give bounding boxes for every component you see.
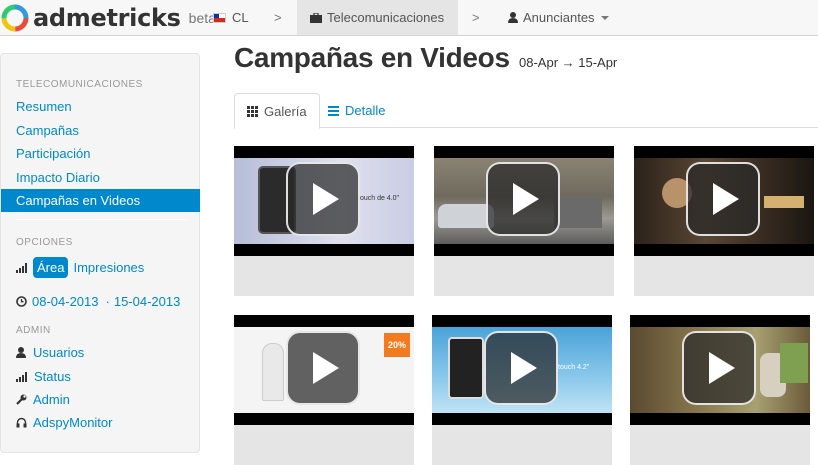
play-button[interactable] <box>486 162 560 236</box>
chile-flag-icon <box>213 12 226 23</box>
sidebar-item-admin[interactable]: Admin <box>16 392 70 407</box>
date-from[interactable]: 08-04-2013 <box>32 294 99 309</box>
play-icon <box>313 183 339 215</box>
sidebar-item-label: Admin <box>33 392 70 407</box>
signal-icon <box>16 262 27 273</box>
video-frame: touch 4.2" <box>432 315 612 425</box>
video-thumbnail[interactable]: 20% <box>234 315 414 465</box>
video-frame <box>634 146 814 256</box>
play-button[interactable] <box>286 162 360 236</box>
person-image <box>262 343 284 401</box>
sidebar-item-campanas[interactable]: Campañas <box>1 119 200 142</box>
admetricks-logo-icon <box>1 4 29 32</box>
list-icon <box>328 105 339 116</box>
view-tabs: Galería Detalle <box>234 93 818 129</box>
video-thumbnail[interactable] <box>434 146 614 296</box>
headphones-icon <box>16 417 27 428</box>
nav-country[interactable]: CL <box>200 0 258 35</box>
brand[interactable]: admetricks beta <box>0 0 216 36</box>
sidebar: TELECOMUNICACIONES Resumen Campañas Part… <box>0 53 200 453</box>
th-grid-icon <box>247 105 258 117</box>
play-button[interactable] <box>286 331 360 405</box>
impressions-option-link[interactable]: Impresiones <box>73 260 144 275</box>
play-icon <box>713 183 739 215</box>
sidebar-item-adspymonitor[interactable]: AdspyMonitor <box>16 415 112 430</box>
clock-icon <box>16 296 27 307</box>
video-caption: touch 4.2" <box>558 364 590 371</box>
discount-badge: 20% <box>384 333 410 357</box>
brand-name: admetricks <box>33 4 181 32</box>
nav-separator: > <box>472 10 480 25</box>
date-to[interactable]: 15-04-2013 <box>114 294 181 309</box>
video-frame <box>434 146 614 256</box>
top-navbar: admetricks beta CL > Telecomunicaciones … <box>0 0 818 36</box>
briefcase-icon <box>310 12 322 23</box>
play-button[interactable] <box>686 162 760 236</box>
sidebar-item-status[interactable]: Status <box>16 369 71 384</box>
sidebar-section-title: TELECOMUNICACIONES <box>16 79 143 90</box>
user-icon <box>508 12 518 23</box>
tab-galeria[interactable]: Galería <box>234 93 320 129</box>
video-frame <box>630 315 810 425</box>
nav-separator: > <box>274 10 282 25</box>
chevron-down-icon <box>600 15 609 20</box>
nav-advertisers-dropdown[interactable]: Anunciantes <box>494 0 622 35</box>
tab-label: Detalle <box>345 103 386 118</box>
video-frame: touch de 4.0" <box>234 146 414 256</box>
video-thumbnail[interactable]: touch de 4.0" <box>234 146 414 296</box>
nav-advertisers-label: Anunciantes <box>523 10 595 25</box>
sidebar-divider <box>16 219 186 220</box>
sidebar-item-label: Usuarios <box>33 345 85 360</box>
light-streak <box>764 196 804 208</box>
video-caption: touch de 4.0" <box>358 195 400 202</box>
play-icon <box>709 352 735 384</box>
sidebar-item-campanas-en-videos[interactable]: Campañas en Videos <box>1 189 200 212</box>
play-button[interactable] <box>484 331 558 405</box>
car-image <box>554 198 602 228</box>
video-thumbnail[interactable] <box>634 146 814 296</box>
sidebar-item-resumen[interactable]: Resumen <box>1 95 200 118</box>
nav-category-label: Telecomunicaciones <box>327 10 445 25</box>
phone-image <box>448 337 484 399</box>
nav-country-label: CL <box>232 10 249 25</box>
page-title: Campañas en Videos <box>234 42 510 73</box>
sidebar-section-title: OPCIONES <box>16 237 73 248</box>
plant-image <box>780 343 808 383</box>
sidebar-section-title: ADMIN <box>16 325 51 336</box>
play-button[interactable] <box>682 331 756 405</box>
video-thumbnail[interactable]: touch 4.2" <box>432 315 612 465</box>
chart-type-options: Área Impresiones <box>16 257 144 278</box>
date-range-label: 08-Apr → 15-Apr <box>519 55 618 70</box>
sidebar-item-label: Status <box>34 369 71 384</box>
tab-label: Galería <box>264 103 307 119</box>
play-icon <box>313 352 339 384</box>
sidebar-item-usuarios[interactable]: Usuarios <box>16 345 84 360</box>
wrench-icon <box>16 394 27 405</box>
tab-detalle[interactable]: Detalle <box>316 93 397 128</box>
date-range[interactable]: 08-04-2013 · 15-04-2013 <box>16 294 180 309</box>
sidebar-item-label: AdspyMonitor <box>33 415 113 430</box>
nav-category[interactable]: Telecomunicaciones <box>297 0 458 35</box>
video-thumbnail[interactable] <box>630 315 810 465</box>
date-separator: · <box>105 294 110 309</box>
sidebar-item-participacion[interactable]: Participación <box>1 142 200 165</box>
sidebar-item-impacto-diario[interactable]: Impacto Diario <box>1 166 200 189</box>
play-icon <box>511 352 537 384</box>
play-icon <box>513 183 539 215</box>
signal-icon <box>16 371 27 382</box>
user-icon <box>16 347 26 358</box>
video-frame: 20% <box>234 315 414 425</box>
area-option-button[interactable]: Área <box>33 257 69 278</box>
